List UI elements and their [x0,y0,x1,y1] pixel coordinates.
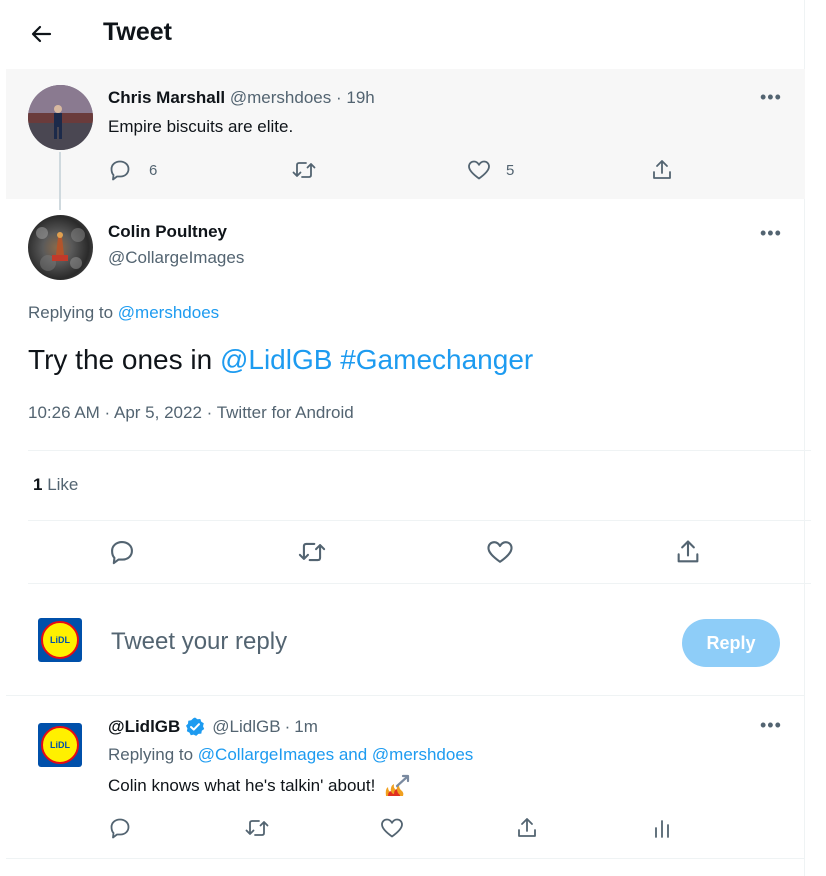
reply-count: 6 [149,161,158,179]
lidl-avatar[interactable]: LiDL [38,723,82,767]
reply-icon [111,541,133,565]
reply-button-label: Reply [706,632,756,653]
divider [28,583,811,584]
analytics-action[interactable] [650,816,674,840]
reply-icon [110,160,130,181]
like-count: 5 [506,161,515,179]
tweet-timestamp[interactable]: 10:26 AM · Apr 5, 2022 · Twitter for And… [28,403,354,423]
reply-icon [110,818,130,839]
page-title: Tweet [103,18,172,46]
divider [6,695,805,696]
retweet-icon [245,820,269,836]
separator-dot: · [335,88,342,107]
collage-image-icon [36,227,85,271]
divider [6,858,805,859]
analytics-icon [655,820,669,838]
reply-action[interactable] [108,538,136,566]
divider [28,450,811,451]
parent-tweet-header: Chris Marshall @mershdoes · 19h [108,88,375,108]
retweet-icon [292,162,316,178]
reply-action[interactable] [108,816,132,840]
lidl-logo-text: LiDL [50,740,70,750]
tweet-page: Tweet Chris Marshall @mershdoes · 19h ••… [0,0,811,876]
lidl-logo-icon: LiDL [41,726,79,764]
heart-icon [381,818,403,838]
reply-input[interactable]: Tweet your reply [111,628,631,656]
share-action[interactable] [650,158,674,182]
tweet-text: Colin knows what he's talkin' about! [108,776,376,795]
replying-to-handle[interactable]: @mershdoes [118,303,219,322]
mention-link[interactable]: @LidlGB [220,344,332,375]
replying-to: Replying to @mershdoes [28,303,219,323]
tweet-time[interactable]: 19h [346,88,374,107]
author-name[interactable]: Chris Marshall [108,88,225,107]
more-icon: ••• [760,87,782,107]
replying-to-label: Replying to [108,745,194,764]
avatar[interactable] [28,215,93,280]
more-options-button[interactable]: ••• [760,88,782,106]
lidl-logo-icon: LiDL [41,621,79,659]
back-button[interactable] [28,20,56,48]
heart-icon [468,160,490,180]
likes-label: Like [47,475,79,494]
reply-button[interactable]: Reply [682,619,780,667]
share-icon [677,540,699,563]
main-tweet-text: Try the ones in @LidlGB #Gamechanger [28,344,533,376]
share-action[interactable] [674,538,702,566]
reply-action[interactable]: 6 [108,158,157,182]
share-icon [518,818,536,837]
author-handle[interactable]: @CollargeImages [108,248,244,268]
avatar[interactable] [28,85,93,150]
author-name[interactable]: Colin Poultney [108,222,227,242]
hashtag-link[interactable]: #Gamechanger [340,344,533,375]
likes-number: 1 [33,475,43,494]
retweet-action[interactable] [244,816,270,840]
reply-tweet-text-row: Colin knows what he's talkin' about! [108,774,411,798]
divider [28,520,811,521]
replying-to-handles[interactable]: @CollargeImages and @mershdoes [198,745,473,764]
more-icon: ••• [760,715,782,735]
more-icon: ••• [760,223,782,243]
retweet-icon [298,542,326,562]
tweet-text: Empire biscuits are elite. [108,117,294,136]
heart-icon [487,541,513,563]
retweet-action[interactable] [297,538,327,566]
author-name[interactable]: @LidlGB [108,717,180,737]
like-action[interactable]: 5 [466,158,514,182]
tweet-time[interactable]: 1m [294,717,318,737]
author-handle[interactable]: @LidlGB [212,717,280,737]
fire-chart-emoji-icon [386,774,410,796]
lidl-avatar[interactable]: LiDL [38,618,82,662]
person-photo-icon [28,85,93,150]
verified-badge-icon [186,717,205,736]
replying-to: Replying to @CollargeImages and @mershdo… [108,745,473,765]
like-action[interactable] [485,538,515,566]
more-options-button[interactable]: ••• [760,716,782,734]
more-options-button[interactable]: ••• [760,224,782,242]
separator-dot: · [284,717,291,736]
thread-connector [59,152,61,210]
tweet-text: Try the ones in [28,344,220,375]
replying-to-label: Replying to [28,303,114,322]
reply-tweet-header: @LidlGB @LidlGB · 1m [108,716,318,738]
retweet-action[interactable] [291,158,317,182]
like-action[interactable] [379,816,405,840]
likes-stat[interactable]: 1 Like [33,475,78,495]
share-action[interactable] [515,816,539,840]
lidl-logo-text: LiDL [50,635,70,645]
author-handle[interactable]: @mershdoes [230,88,331,107]
arrow-left-icon [31,25,52,43]
share-icon [653,160,671,179]
